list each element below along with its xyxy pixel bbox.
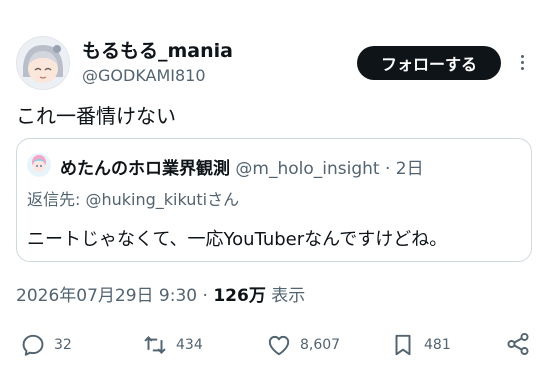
reply-to-mention[interactable]: @huking_kikuti xyxy=(85,190,207,209)
tweet-text: これ一番情けない xyxy=(16,104,176,128)
author-avatar[interactable] xyxy=(16,36,70,90)
more-options-icon[interactable] xyxy=(514,52,530,74)
reply-count: 32 xyxy=(54,337,72,353)
quoted-separator: · xyxy=(384,159,391,179)
author-handle[interactable]: @GODKAMI810 xyxy=(82,66,206,85)
author-display-name[interactable]: もるもる_mania xyxy=(82,36,233,63)
reply-button[interactable]: 32 xyxy=(20,332,72,358)
tweet-timestamp[interactable]: 2026年07月29日 9:30 xyxy=(16,286,197,306)
quoted-age[interactable]: 2日 xyxy=(396,159,424,179)
bookmark-count: 481 xyxy=(424,337,451,353)
like-count: 8,607 xyxy=(300,337,341,353)
bookmark-icon xyxy=(395,334,411,356)
reply-icon xyxy=(22,334,44,356)
reply-suffix: さん xyxy=(207,190,240,209)
quoted-display-name[interactable]: めたんのホロ業界観測 xyxy=(60,159,230,179)
quoted-header: めたんのホロ業界観測 @m_holo_insight · 2日 xyxy=(60,154,424,179)
retweet-icon xyxy=(144,336,166,354)
views-label: 表示 xyxy=(271,286,306,306)
bookmark-button[interactable]: 481 xyxy=(390,332,451,358)
follow-button[interactable]: フォローする xyxy=(357,46,501,80)
quoted-reply-context: 返信先: @huking_kikutiさん xyxy=(27,186,239,210)
heart-icon xyxy=(268,335,290,356)
quoted-handle[interactable]: @m_holo_insight xyxy=(235,159,379,179)
reply-prefix: 返信先: xyxy=(27,190,86,209)
tweet-meta: 2026年07月29日 9:30 · 126万 表示 xyxy=(16,281,305,306)
views-count: 126万 xyxy=(213,286,266,306)
retweet-button[interactable]: 434 xyxy=(142,332,203,358)
meta-separator: · xyxy=(202,286,208,306)
retweet-count: 434 xyxy=(176,337,203,353)
share-icon[interactable] xyxy=(505,331,531,357)
quoted-author-avatar[interactable] xyxy=(27,153,51,177)
like-button[interactable]: 8,607 xyxy=(266,332,340,358)
quoted-tweet-text: ニートじゃなくて、一応YouTuberなんですけどね。 xyxy=(27,229,448,250)
